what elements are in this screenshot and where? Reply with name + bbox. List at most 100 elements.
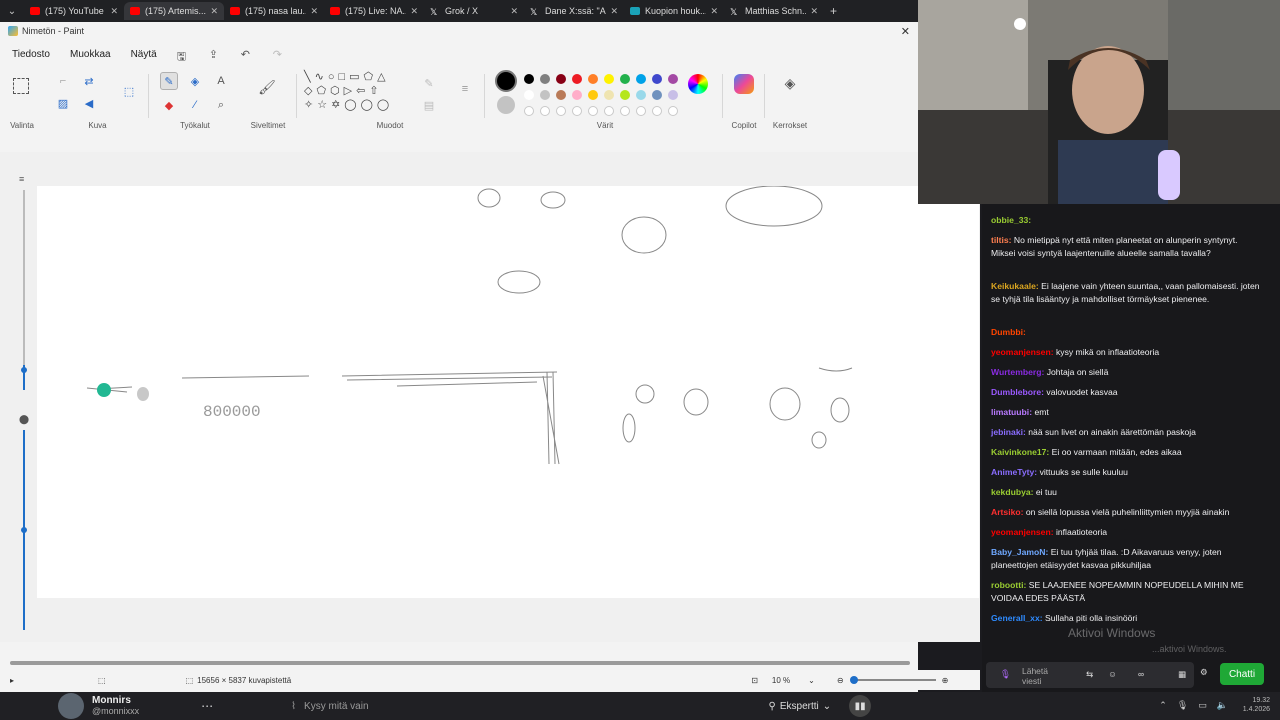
share-icon[interactable]: ⇪ bbox=[209, 48, 221, 61]
chat-username[interactable]: Kaivinkone17: bbox=[991, 447, 1049, 457]
browser-tab[interactable]: (175) nasa lau... ✕ bbox=[224, 2, 324, 20]
color-swatch[interactable] bbox=[540, 90, 550, 100]
tab-list-chevron-icon[interactable]: ⌄ bbox=[0, 6, 24, 17]
chat-username[interactable]: Wurtemberg: bbox=[991, 367, 1044, 377]
browser-tab-active[interactable]: (175) Artemis... ✕ bbox=[124, 2, 224, 20]
fit-icon[interactable]: ⊡ bbox=[751, 676, 758, 685]
mode-selector[interactable]: ⚲ Ekspertti ⌄ bbox=[769, 701, 832, 712]
layers-icon[interactable]: ◈ bbox=[781, 74, 799, 92]
chat-input[interactable]: 🎙 Lähetä viesti ⇆ ☺ ∞ ▦ bbox=[986, 662, 1194, 688]
color-swatch[interactable] bbox=[572, 106, 582, 116]
chat-username[interactable]: obbie_33: bbox=[991, 215, 1031, 225]
network-icon[interactable]: ▭ bbox=[1198, 700, 1207, 711]
eraser-icon[interactable]: ◆ bbox=[160, 96, 178, 114]
chat-username[interactable]: jebinaki: bbox=[991, 427, 1026, 437]
magnifier-icon[interactable]: ⌕ bbox=[212, 96, 230, 114]
close-tab-icon[interactable]: ✕ bbox=[210, 6, 218, 17]
zoom-in-icon[interactable]: ⊕ bbox=[942, 676, 949, 685]
select-image-icon[interactable]: ⬚ bbox=[120, 82, 138, 100]
save-icon[interactable]: 🖫 bbox=[177, 48, 189, 63]
chat-send-button[interactable]: Chatti bbox=[1220, 663, 1264, 685]
new-tab-button[interactable]: + bbox=[830, 4, 837, 18]
resize-icon[interactable]: ⇄ bbox=[80, 72, 98, 90]
secondary-color-swatch[interactable] bbox=[497, 96, 515, 114]
chat-username[interactable]: limatuubi: bbox=[991, 407, 1032, 417]
chat-username[interactable]: yeomanjensen: bbox=[991, 347, 1054, 357]
color-swatch[interactable] bbox=[652, 106, 662, 116]
close-tab-icon[interactable]: ✕ bbox=[410, 6, 418, 17]
horizontal-scrollbar[interactable] bbox=[10, 660, 975, 666]
gift-icon[interactable]: ▦ bbox=[1178, 669, 1186, 680]
color-picker-icon[interactable]: ⁄ bbox=[186, 96, 204, 114]
zoom-slider[interactable] bbox=[849, 676, 936, 684]
microphone-tray-icon[interactable]: 🎙 bbox=[1177, 700, 1188, 711]
close-tab-icon[interactable]: ✕ bbox=[310, 6, 318, 17]
tray-chevron-icon[interactable]: ⌃ bbox=[1159, 700, 1167, 711]
more-options-icon[interactable]: ⋯ bbox=[201, 699, 213, 713]
color-swatch[interactable] bbox=[588, 90, 598, 100]
size-icon[interactable]: ≡ bbox=[456, 80, 474, 98]
clock[interactable]: 19.32 1.4.2026 bbox=[1243, 696, 1270, 714]
avatar[interactable] bbox=[58, 693, 84, 719]
emoji-icon[interactable]: ☺ bbox=[1108, 669, 1117, 679]
ask-input[interactable]: ⌇ Kysy mitä vain bbox=[291, 701, 368, 712]
color-swatch[interactable] bbox=[636, 106, 646, 116]
zoom-level[interactable]: 10 % bbox=[772, 676, 790, 685]
primary-color-swatch[interactable] bbox=[495, 70, 517, 92]
close-tab-icon[interactable]: ✕ bbox=[610, 6, 618, 17]
color-swatch[interactable] bbox=[588, 106, 598, 116]
translate-icon[interactable]: ⇆ bbox=[1086, 669, 1093, 680]
text-icon[interactable]: A bbox=[212, 72, 230, 90]
volume-icon[interactable]: 🔈 bbox=[1217, 700, 1228, 711]
close-tab-icon[interactable]: ✕ bbox=[510, 6, 518, 17]
color-swatch[interactable] bbox=[620, 90, 630, 100]
color-swatch[interactable] bbox=[652, 90, 662, 100]
close-tab-icon[interactable]: ✕ bbox=[810, 6, 818, 17]
color-swatch[interactable] bbox=[636, 74, 646, 84]
menu-file[interactable]: Tiedosto bbox=[12, 49, 50, 60]
color-swatch[interactable] bbox=[524, 74, 534, 84]
chat-username[interactable]: Dumbbi: bbox=[991, 327, 1026, 337]
edit-colors-icon[interactable] bbox=[688, 74, 708, 94]
browser-tab[interactable]: 𝕏 Grok / X ✕ bbox=[424, 2, 524, 20]
pencil-icon[interactable]: ✎ bbox=[160, 72, 178, 90]
redo-icon[interactable]: ↷ bbox=[273, 48, 285, 61]
window-close-icon[interactable]: ✕ bbox=[901, 25, 910, 38]
color-swatch[interactable] bbox=[524, 90, 534, 100]
color-swatch[interactable] bbox=[556, 74, 566, 84]
chat-username[interactable]: Generall_xx: bbox=[991, 613, 1043, 623]
settings-gear-icon[interactable]: ⚙ bbox=[1200, 667, 1208, 678]
copilot-icon[interactable] bbox=[734, 74, 754, 94]
browser-tab[interactable]: Kuopion houk... ✕ bbox=[624, 2, 724, 20]
color-swatch[interactable] bbox=[540, 74, 550, 84]
color-swatch[interactable] bbox=[620, 74, 630, 84]
chat-username[interactable]: AnimeTyty: bbox=[991, 467, 1037, 477]
brush-icon[interactable]: 🖌 bbox=[258, 78, 276, 96]
crop-icon[interactable]: ⌐ bbox=[54, 72, 72, 90]
color-swatch[interactable] bbox=[668, 106, 678, 116]
zoom-out-icon[interactable]: ⊖ bbox=[837, 676, 844, 685]
chat-username[interactable]: kekdubya: bbox=[991, 487, 1034, 497]
chat-username[interactable]: tiltis: bbox=[991, 235, 1012, 245]
browser-tab[interactable]: (175) YouTube ✕ bbox=[24, 2, 124, 20]
close-tab-icon[interactable]: ✕ bbox=[710, 6, 718, 17]
chat-username[interactable]: robootti: bbox=[991, 580, 1026, 590]
voice-button[interactable]: ▮▮ bbox=[849, 695, 872, 717]
shapes-gallery-icon[interactable]: ╲∿○□▭⬠△ ◇⬠⬡▷⇦⇧ ✧☆✡◯◯◯ bbox=[304, 70, 408, 112]
color-swatch[interactable] bbox=[524, 106, 534, 116]
remove-background-icon[interactable]: ▨ bbox=[54, 94, 72, 112]
outline-icon[interactable]: ✎ bbox=[420, 74, 438, 92]
fill-icon[interactable]: ▤ bbox=[420, 96, 438, 114]
close-tab-icon[interactable]: ✕ bbox=[110, 6, 118, 17]
microphone-icon[interactable]: 🎙 bbox=[1000, 669, 1011, 680]
color-swatch[interactable] bbox=[668, 74, 678, 84]
color-swatch[interactable] bbox=[556, 106, 566, 116]
select-rectangle-icon[interactable] bbox=[13, 78, 29, 94]
chat-username[interactable]: yeomanjensen: bbox=[991, 527, 1054, 537]
color-swatch[interactable] bbox=[604, 106, 614, 116]
menu-edit[interactable]: Muokkaa bbox=[70, 49, 111, 60]
chat-username[interactable]: Baby_JamoN: bbox=[991, 547, 1048, 557]
zoom-chevron-icon[interactable]: ⌄ bbox=[808, 676, 815, 685]
drawing-canvas[interactable]: 800000 bbox=[37, 186, 979, 598]
chat-username[interactable]: Keikukaale: bbox=[991, 281, 1039, 291]
